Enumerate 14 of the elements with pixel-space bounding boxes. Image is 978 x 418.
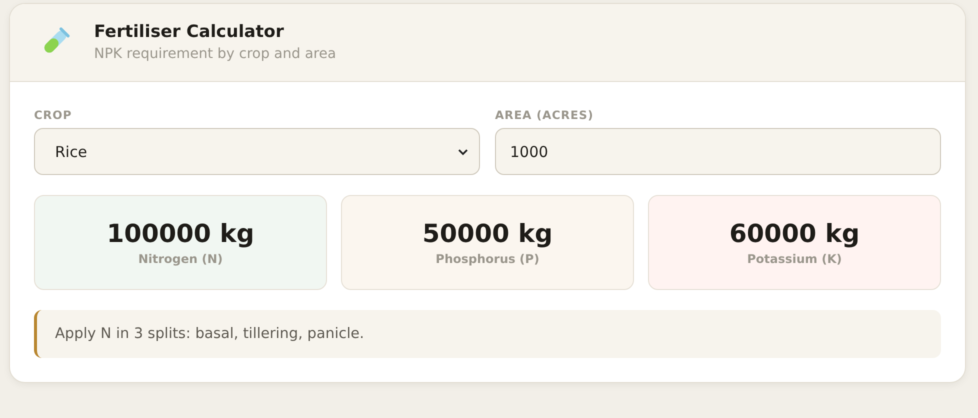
result-value: 50000 kg xyxy=(422,219,553,248)
result-value: 60000 kg xyxy=(729,219,860,248)
result-label: Potassium (K) xyxy=(747,252,842,266)
result-label: Nitrogen (N) xyxy=(138,252,223,266)
crop-select[interactable]: Rice xyxy=(34,128,480,175)
field-label: CROP xyxy=(34,108,73,122)
advice-note: Apply N in 3 splits: basal, tillering, panicle. xyxy=(34,310,941,358)
header-title: Fertiliser Calculator xyxy=(94,22,285,42)
header-subtitle: NPK requirement by crop and area xyxy=(94,46,336,62)
chevron-down-icon xyxy=(457,148,469,156)
result-label: Phosphorus (P) xyxy=(436,252,540,266)
area-input[interactable]: 1000 xyxy=(495,128,941,175)
result-value: 100000 kg xyxy=(106,219,254,248)
field-label: AREA (ACRES) xyxy=(495,108,595,122)
